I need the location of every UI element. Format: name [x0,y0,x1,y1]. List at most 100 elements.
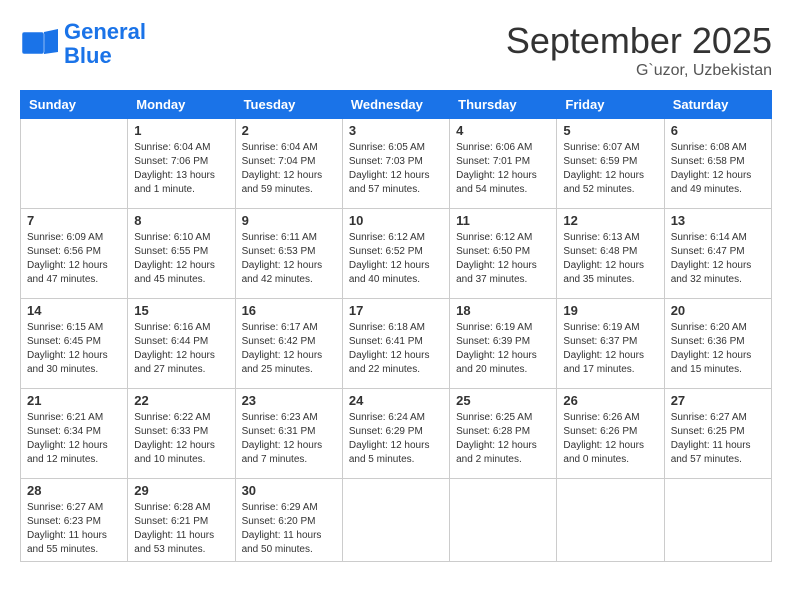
calendar-cell: 11 Sunrise: 6:12 AMSunset: 6:50 PMDayligh… [450,209,557,299]
day-info: Sunrise: 6:17 AMSunset: 6:42 PMDaylight:… [242,321,336,377]
calendar-week-row: 21Sunrise: 6:21 AMSunset: 6:34 PMDayligh… [21,389,772,479]
calendar-cell [342,479,449,562]
day-number: 3 [349,123,443,138]
calendar-cell: 9Sunrise: 6:11 AMSunset: 6:53 PMDaylight… [235,209,342,299]
day-number: 13 [671,213,765,228]
day-info: Sunrise: 6:06 AMSunset: 7:01 PMDaylight:… [456,141,550,197]
day-number: 2 [242,123,336,138]
calendar-cell: 20 Sunrise: 6:20 AMSunset: 6:36 PMDayligh… [664,299,771,389]
day-info: Sunrise: 6:12 AMSunset: 6:52 PMDaylight:… [349,231,443,287]
day-info: Sunrise: 6:18 AMSunset: 6:41 PMDaylight:… [349,321,443,377]
day-number: 6 [671,123,765,138]
day-info: Sunrise: 6:15 AMSunset: 6:45 PMDaylight:… [27,321,121,377]
calendar-week-row: 28 Sunrise: 6:27 AMSunset: 6:23 PMDayligh… [21,479,772,562]
calendar-cell: 6Sunrise: 6:08 AMSunset: 6:58 PMDaylight… [664,119,771,209]
day-number: 28 [27,483,121,498]
calendar-cell: 21Sunrise: 6:21 AMSunset: 6:34 PMDayligh… [21,389,128,479]
location-subtitle: G`uzor, Uzbekistan [506,62,772,80]
calendar-cell: 16Sunrise: 6:17 AMSunset: 6:42 PMDayligh… [235,299,342,389]
day-number: 12 [563,213,657,228]
day-info: Sunrise: 6:05 AMSunset: 7:03 PMDaylight:… [349,141,443,197]
calendar-cell: 5 Sunrise: 6:07 AMSunset: 6:59 PMDaylight… [557,119,664,209]
calendar-cell: 18Sunrise: 6:19 AMSunset: 6:39 PMDayligh… [450,299,557,389]
calendar-cell: 3 Sunrise: 6:05 AMSunset: 7:03 PMDaylight… [342,119,449,209]
day-info: Sunrise: 6:20 AMSunset: 6:36 PMDaylight:… [671,321,765,377]
calendar-cell: 7 Sunrise: 6:09 AMSunset: 6:56 PMDaylight… [21,209,128,299]
calendar-cell: 8 Sunrise: 6:10 AMSunset: 6:55 PMDaylight… [128,209,235,299]
day-info: Sunrise: 6:16 AMSunset: 6:44 PMDaylight:… [134,321,228,377]
calendar-week-row: 7 Sunrise: 6:09 AMSunset: 6:56 PMDaylight… [21,209,772,299]
day-info: Sunrise: 6:28 AMSunset: 6:21 PMDaylight:… [134,501,228,557]
day-info: Sunrise: 6:24 AMSunset: 6:29 PMDaylight:… [349,411,443,467]
day-info: Sunrise: 6:27 AMSunset: 6:23 PMDaylight:… [27,501,121,557]
day-number: 14 [27,303,121,318]
day-number: 17 [349,303,443,318]
day-number: 9 [242,213,336,228]
calendar-week-row: 1Sunrise: 6:04 AMSunset: 7:06 PMDaylight… [21,119,772,209]
calendar-header-row: SundayMondayTuesdayWednesdayThursdayFrid… [21,91,772,119]
day-number: 5 [563,123,657,138]
calendar-cell: 24 Sunrise: 6:24 AMSunset: 6:29 PMDayligh… [342,389,449,479]
calendar-cell: 13Sunrise: 6:14 AMSunset: 6:47 PMDayligh… [664,209,771,299]
day-info: Sunrise: 6:10 AMSunset: 6:55 PMDaylight:… [134,231,228,287]
day-number: 30 [242,483,336,498]
day-info: Sunrise: 6:04 AMSunset: 7:04 PMDaylight:… [242,141,336,197]
calendar-cell: 29 Sunrise: 6:28 AMSunset: 6:21 PMDayligh… [128,479,235,562]
calendar-cell: 12 Sunrise: 6:13 AMSunset: 6:48 PMDayligh… [557,209,664,299]
column-header-sunday: Sunday [21,91,128,119]
day-number: 22 [134,393,228,408]
day-number: 19 [563,303,657,318]
logo: General Blue [20,20,146,68]
day-info: Sunrise: 6:26 AMSunset: 6:26 PMDaylight:… [563,411,657,467]
day-number: 29 [134,483,228,498]
calendar-cell [664,479,771,562]
day-number: 24 [349,393,443,408]
calendar-cell: 17 Sunrise: 6:18 AMSunset: 6:41 PMDayligh… [342,299,449,389]
column-header-saturday: Saturday [664,91,771,119]
day-number: 7 [27,213,121,228]
calendar-cell: 25 Sunrise: 6:25 AMSunset: 6:28 PMDayligh… [450,389,557,479]
day-info: Sunrise: 6:13 AMSunset: 6:48 PMDaylight:… [563,231,657,287]
calendar-cell [21,119,128,209]
calendar-table: SundayMondayTuesdayWednesdayThursdayFrid… [20,90,772,562]
calendar-cell [450,479,557,562]
title-block: September 2025 G`uzor, Uzbekistan [506,20,772,80]
calendar-cell: 14 Sunrise: 6:15 AMSunset: 6:45 PMDayligh… [21,299,128,389]
calendar-cell [557,479,664,562]
calendar-cell: 26Sunrise: 6:26 AMSunset: 6:26 PMDayligh… [557,389,664,479]
day-info: Sunrise: 6:22 AMSunset: 6:33 PMDaylight:… [134,411,228,467]
day-number: 20 [671,303,765,318]
day-info: Sunrise: 6:12 AMSunset: 6:50 PMDaylight:… [456,231,550,287]
day-info: Sunrise: 6:19 AMSunset: 6:37 PMDaylight:… [563,321,657,377]
day-number: 10 [349,213,443,228]
day-info: Sunrise: 6:23 AMSunset: 6:31 PMDaylight:… [242,411,336,467]
column-header-friday: Friday [557,91,664,119]
logo-line1: General [64,19,146,44]
day-number: 27 [671,393,765,408]
day-info: Sunrise: 6:09 AMSunset: 6:56 PMDaylight:… [27,231,121,287]
calendar-cell: 15Sunrise: 6:16 AMSunset: 6:44 PMDayligh… [128,299,235,389]
calendar-week-row: 14 Sunrise: 6:15 AMSunset: 6:45 PMDayligh… [21,299,772,389]
day-number: 1 [134,123,228,138]
logo-text: General Blue [64,20,146,68]
calendar-cell: 2 Sunrise: 6:04 AMSunset: 7:04 PMDaylight… [235,119,342,209]
logo-line2: Blue [64,43,112,68]
calendar-cell: 10 Sunrise: 6:12 AMSunset: 6:52 PMDayligh… [342,209,449,299]
day-number: 4 [456,123,550,138]
day-info: Sunrise: 6:25 AMSunset: 6:28 PMDaylight:… [456,411,550,467]
column-header-thursday: Thursday [450,91,557,119]
column-header-tuesday: Tuesday [235,91,342,119]
day-info: Sunrise: 6:07 AMSunset: 6:59 PMDaylight:… [563,141,657,197]
calendar-cell: 27Sunrise: 6:27 AMSunset: 6:25 PMDayligh… [664,389,771,479]
day-info: Sunrise: 6:29 AMSunset: 6:20 PMDaylight:… [242,501,336,557]
day-number: 11 [456,213,550,228]
day-info: Sunrise: 6:21 AMSunset: 6:34 PMDaylight:… [27,411,121,467]
calendar-cell: 1Sunrise: 6:04 AMSunset: 7:06 PMDaylight… [128,119,235,209]
logo-icon [20,24,60,64]
day-number: 25 [456,393,550,408]
column-header-monday: Monday [128,91,235,119]
calendar-cell: 28 Sunrise: 6:27 AMSunset: 6:23 PMDayligh… [21,479,128,562]
page-header: General Blue September 2025 G`uzor, Uzbe… [20,20,772,80]
day-number: 23 [242,393,336,408]
day-number: 8 [134,213,228,228]
